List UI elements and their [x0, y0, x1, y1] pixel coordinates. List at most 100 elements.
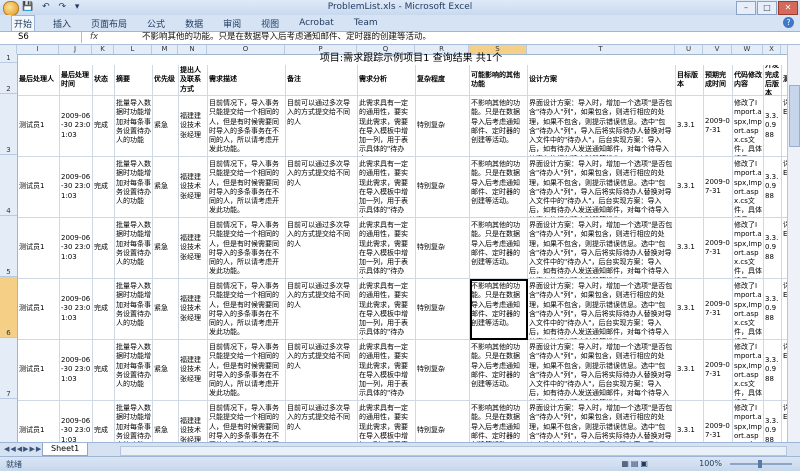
ribbon-tab[interactable]: 公式 — [145, 16, 167, 31]
name-box[interactable]: S6 — [2, 32, 82, 43]
cell-built[interactable]: 3.3.0.988 — [764, 279, 782, 340]
cell-status[interactable]: 完成 — [93, 96, 115, 157]
cell-code[interactable]: 修改了Import.aspx,Import.aspx.cs文件，具体请见svn … — [733, 218, 764, 279]
column-title-code[interactable]: 代码修改内容 — [733, 65, 764, 96]
cell-analysis[interactable]: 此需求具有一定的通用性，要实现此需求，需要在导入模板中增加一列，用于表示具体的"… — [358, 340, 416, 401]
cell-time[interactable]: 2009-06-30 23:01:03 — [60, 96, 93, 157]
cell-priority[interactable]: 紧急 — [153, 401, 179, 442]
cell-built[interactable]: 3.3.0.988 — [764, 157, 782, 218]
cell-desc[interactable]: 目前情况下，导入事务只能提交给一个相同的人，但是有时候需要同时导入的多条事务在不… — [208, 96, 286, 157]
horizontal-scrollbar[interactable] — [120, 446, 787, 456]
cell-analysis[interactable]: 此需求具有一定的通用性，要实现此需求，需要在导入模板中增加一列，用于表示具体的"… — [358, 96, 416, 157]
cell-handler[interactable]: 测试员1 — [18, 401, 60, 442]
column-title-time[interactable]: 最后处理时间 — [60, 65, 93, 96]
column-title-desc[interactable]: 需求描述 — [208, 65, 286, 96]
fx-icon[interactable]: fx — [90, 32, 98, 43]
zoom-slider-knob[interactable] — [758, 460, 762, 468]
cell-summary[interactable]: 批量导入数据时功能增加对每条事务设置待办人的功能 — [115, 157, 153, 218]
column-title-priority[interactable]: 优先级 — [153, 65, 179, 96]
cell-summary[interactable]: 批量导入数据时功能增加对每条事务设置待办人的功能 — [115, 96, 153, 157]
cell-complexity[interactable]: 特别复杂 — [416, 218, 470, 279]
column-title-summary[interactable]: 摘要 — [115, 65, 153, 96]
row-header-8[interactable]: 8 — [0, 399, 17, 442]
cell-built[interactable]: 3.3.0.988 — [764, 340, 782, 401]
cell-priority[interactable]: 紧急 — [153, 96, 179, 157]
ribbon-tab[interactable]: 页面布局 — [89, 16, 129, 31]
column-title-proposer[interactable]: 提出人及联系方式 — [179, 65, 208, 96]
cell-status[interactable]: 完成 — [93, 218, 115, 279]
cell-expected[interactable]: 2009-07-31 — [704, 157, 733, 218]
column-title-built[interactable]: 开发完成后版本 — [764, 65, 782, 96]
column-title-status[interactable]: 状态 — [93, 65, 115, 96]
column-title-design[interactable]: 设计方案 — [528, 65, 676, 96]
sheet-tab-sheet1[interactable]: Sheet1 — [42, 443, 89, 456]
cell-summary[interactable]: 批量导入数据时功能增加对每条事务设置待办人的功能 — [115, 279, 153, 340]
column-title-impact[interactable]: 可能影响的其他功能 — [470, 65, 528, 96]
cell-remark[interactable]: 目前可以通过多次导入的方式提交给不同的人 — [286, 157, 358, 218]
cell-desc[interactable]: 目前情况下，导入事务只能提交给一个相同的人，但是有时候需要同时导入的多条事务在不… — [208, 279, 286, 340]
cell-remark[interactable]: 目前可以通过多次导入的方式提交给不同的人 — [286, 96, 358, 157]
row-header-7[interactable]: 7 — [0, 338, 17, 399]
cell-code[interactable]: 修改了Import.aspx,Import.aspx.cs文件，具体请见svn … — [733, 279, 764, 340]
row-header-5[interactable]: 5 — [0, 216, 17, 277]
ribbon-tab[interactable]: 插入 — [51, 16, 73, 31]
cell-expected[interactable]: 2009-07-31 — [704, 279, 733, 340]
column-title-analysis[interactable]: 需求分析 — [358, 65, 416, 96]
row-header-3[interactable]: 3 — [0, 94, 17, 155]
cell-built[interactable]: 3.3.0.988 — [764, 96, 782, 157]
cell-time[interactable]: 2009-06-30 23:01:03 — [60, 401, 93, 442]
ribbon-tab[interactable]: 审阅 — [221, 16, 243, 31]
cell-expected[interactable]: 2009-07-31 — [704, 96, 733, 157]
cell-analysis[interactable]: 此需求具有一定的通用性，要实现此需求，需要在导入模板中增加一列，用于表示具体的"… — [358, 279, 416, 340]
cell-design[interactable]: 界面设计方案：导入时，增加一个选项"是否包含"待办人"列"，如果包含，则进行相应… — [528, 218, 676, 279]
cell-target[interactable]: 3.3.1 — [676, 96, 704, 157]
cell-complexity[interactable]: 特别复杂 — [416, 157, 470, 218]
row-header-1[interactable]: 1 — [0, 54, 17, 63]
column-title-remark[interactable]: 备注 — [286, 65, 358, 96]
cell-desc[interactable]: 目前情况下，导入事务只能提交给一个相同的人，但是有时候需要同时导入的多条事务在不… — [208, 157, 286, 218]
cell-remark[interactable]: 目前可以通过多次导入的方式提交给不同的人 — [286, 279, 358, 340]
cell-impact[interactable]: 不影响其他的功能。只是在数据导入后考虑通知邮件、定时器的创建等活动。 — [470, 401, 528, 442]
row-header-6[interactable]: 6 — [0, 277, 17, 338]
cell-complexity[interactable]: 特别复杂 — [416, 340, 470, 401]
cell-proposer[interactable]: 福建建设技术张经理 — [179, 279, 208, 340]
cell-priority[interactable]: 紧急 — [153, 340, 179, 401]
cell-design[interactable]: 界面设计方案：导入时，增加一个选项"是否包含"待办人"列"，如果包含，则进行相应… — [528, 401, 676, 442]
scroll-thumb[interactable] — [789, 85, 800, 147]
cell-target[interactable]: 3.3.1 — [676, 218, 704, 279]
cell-complexity[interactable]: 特别复杂 — [416, 401, 470, 442]
cell-proposer[interactable]: 福建建设技术张经理 — [179, 157, 208, 218]
cell-status[interactable]: 完成 — [93, 340, 115, 401]
cell-expected[interactable]: 2009-07-31 — [704, 401, 733, 442]
ribbon-tab[interactable]: Team — [352, 17, 380, 29]
help-icon[interactable]: ? — [783, 17, 794, 28]
cell-impact[interactable]: 不影响其他的功能。只是在数据导入后考虑通知邮件、定时器的创建等活动。 — [470, 157, 528, 218]
cell-handler[interactable]: 测试员1 — [18, 340, 60, 401]
column-header-H[interactable] — [0, 45, 17, 54]
cell-handler[interactable]: 测试员1 — [18, 218, 60, 279]
cell-desc[interactable]: 目前情况下，导入事务只能提交给一个相同的人，但是有时候需要同时导入的多条事务在不… — [208, 218, 286, 279]
column-title-handler[interactable]: 最后处理人 — [18, 65, 60, 96]
cell-proposer[interactable]: 福建建设技术张经理 — [179, 218, 208, 279]
cell-impact[interactable]: 不影响其他的功能。只是在数据导入后考虑通知邮件、定时器的创建等活动。 — [470, 279, 528, 340]
cell-target[interactable]: 3.3.1 — [676, 401, 704, 442]
row-header-2[interactable]: 2 — [0, 63, 17, 94]
cell-code[interactable]: 修改了Import.aspx,Import.aspx.cs文件，具体请见svn … — [733, 157, 764, 218]
maximize-button[interactable]: □ — [757, 1, 777, 15]
cell-priority[interactable]: 紧急 — [153, 218, 179, 279]
cell-analysis[interactable]: 此需求具有一定的通用性，要实现此需求，需要在导入模板中增加一列，用于表示具体的"… — [358, 401, 416, 442]
cell-complexity[interactable]: 特别复杂 — [416, 96, 470, 157]
cell-time[interactable]: 2009-06-30 23:01:03 — [60, 157, 93, 218]
cell-built[interactable]: 3.3.0.988 — [764, 401, 782, 442]
zoom-slider[interactable] — [730, 460, 792, 468]
zoom-level[interactable]: 100% — [699, 459, 722, 468]
cell-status[interactable]: 完成 — [93, 279, 115, 340]
cell-handler[interactable]: 测试员1 — [18, 96, 60, 157]
cell-complexity[interactable]: 特别复杂 — [416, 279, 470, 340]
cell-time[interactable]: 2009-06-30 23:01:03 — [60, 279, 93, 340]
cell-handler[interactable]: 测试员1 — [18, 157, 60, 218]
cell-proposer[interactable]: 福建建设技术张经理 — [179, 340, 208, 401]
cell-impact[interactable]: 不影响其他的功能。只是在数据导入后考虑通知邮件、定时器的创建等活动。 — [470, 96, 528, 157]
cell-code[interactable]: 修改了Import.aspx,Import.aspx.cs文件，具体请见svn … — [733, 340, 764, 401]
formula-input[interactable]: 不影响其他的功能。只是在数据导入后考虑通知邮件、定时器的创建等活动。 — [142, 32, 431, 43]
